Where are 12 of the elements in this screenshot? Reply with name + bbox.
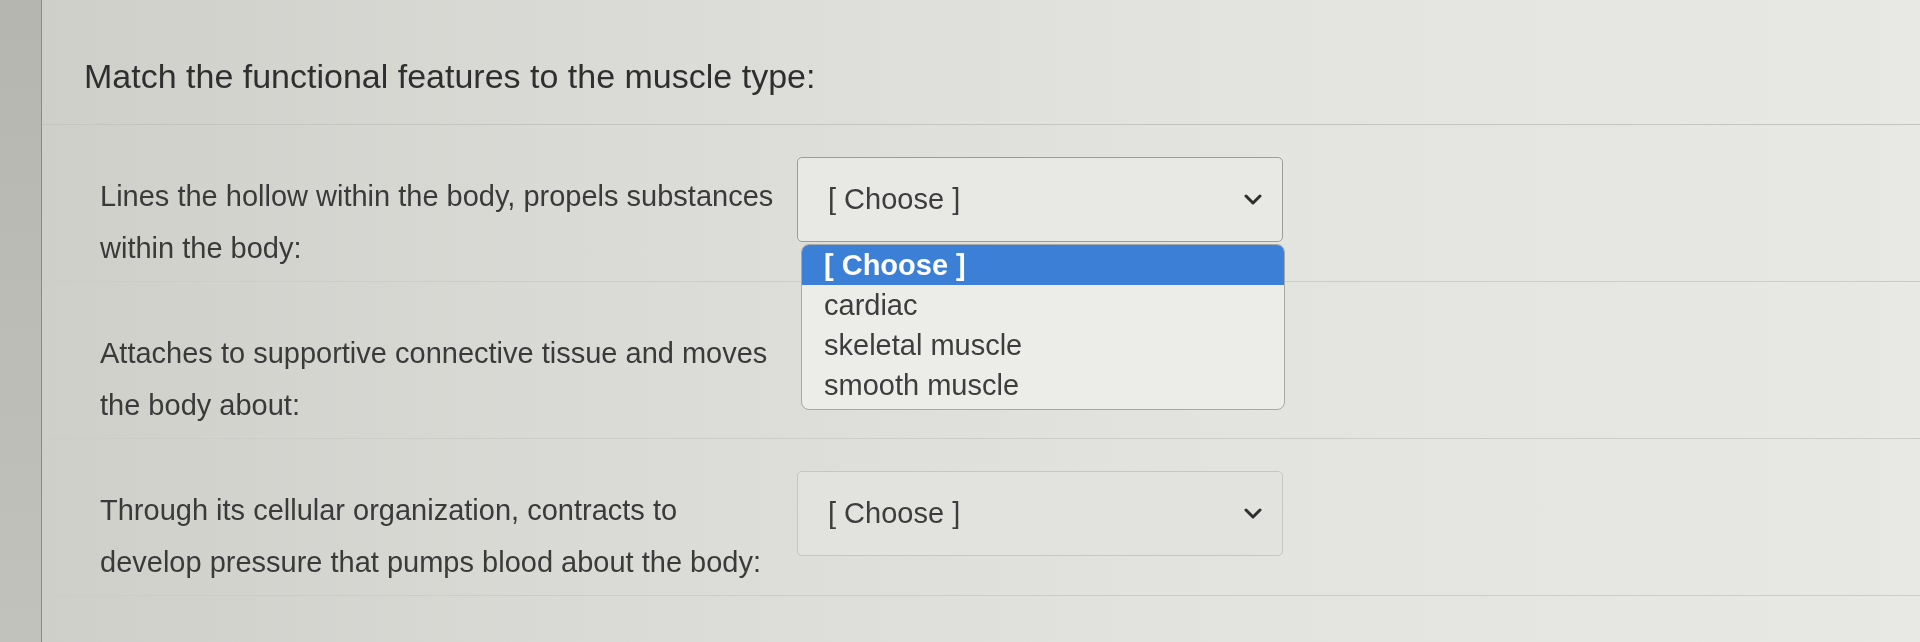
chevron-down-icon	[1244, 508, 1262, 519]
dropdown-select[interactable]: [ Choose ]	[797, 157, 1283, 242]
dropdown-option[interactable]: smooth muscle	[802, 365, 1284, 405]
question-title: Match the functional features to the muscle type:	[84, 56, 816, 97]
question-prompt: Attaches to supportive connective tissue and moves the body about:	[100, 336, 769, 423]
dropdown-option[interactable]: skeletal muscle	[802, 325, 1284, 365]
dropdown-option[interactable]: [ Choose ]	[802, 245, 1284, 285]
question-prompt: Through its cellular organization, contracts to develop pressure that pumps blood about the body:	[100, 493, 762, 580]
dropdown-select[interactable]: [ Choose ]	[797, 471, 1283, 556]
chevron-down-icon	[1244, 194, 1262, 205]
dropdown-option[interactable]: cardiac	[802, 285, 1284, 325]
question-prompt: Lines the hollow within the body, propels substances within the body:	[100, 179, 775, 266]
